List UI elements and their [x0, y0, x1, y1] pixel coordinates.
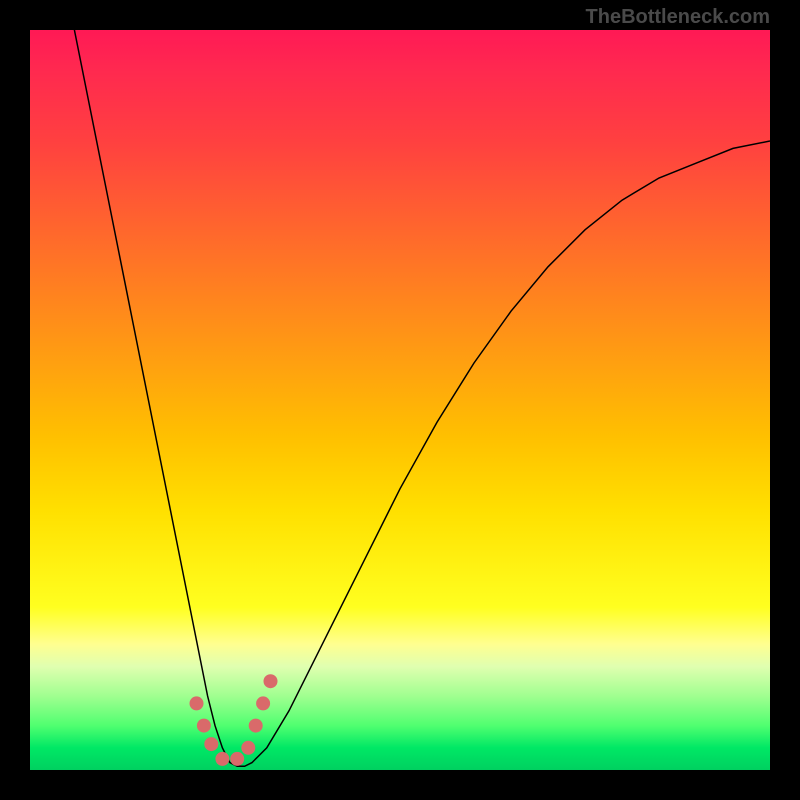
plot-area — [30, 30, 770, 770]
curve-marker — [264, 674, 278, 688]
curve-marker — [256, 696, 270, 710]
curve-marker — [241, 741, 255, 755]
bottleneck-curve — [74, 30, 770, 766]
curve-marker — [215, 752, 229, 766]
curve-marker — [230, 752, 244, 766]
curve-marker — [204, 737, 218, 751]
curve-marker — [197, 719, 211, 733]
attribution-text: TheBottleneck.com — [586, 6, 770, 29]
curve-marker — [190, 696, 204, 710]
marker-group — [190, 674, 278, 766]
curve-marker — [249, 719, 263, 733]
chart-svg — [30, 30, 770, 770]
